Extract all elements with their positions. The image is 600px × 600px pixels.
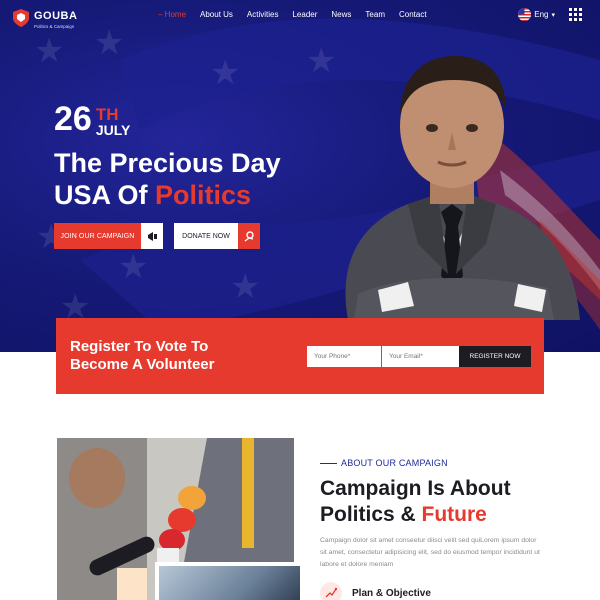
hero-title-line2-prefix: USA Of xyxy=(54,180,155,210)
register-title: Register To Vote To Become A Volunteer xyxy=(70,338,214,374)
top-navigation: GOUBA Politics & Campaign – Home About U… xyxy=(0,0,600,32)
strategy-icon xyxy=(320,582,342,600)
star-icon: ★ xyxy=(118,248,149,286)
date-suffix: TH xyxy=(95,105,119,124)
nav-menu: – Home About Us Activities Leader News T… xyxy=(158,10,427,19)
hero-section: ★ ★ ★ ★ ★ ★ ★ ★ GOUBA Politics & Campaig… xyxy=(0,0,600,352)
about-heading-line2-prefix: Politics & xyxy=(320,503,422,526)
plan-objective-feature: Plan & Objective xyxy=(320,582,431,600)
star-icon: ★ xyxy=(230,268,261,306)
nav-item-contact[interactable]: Contact xyxy=(399,10,427,19)
about-heading-line1: Campaign Is About xyxy=(320,477,511,500)
register-title-line1: Register To Vote To xyxy=(70,338,209,355)
date-month: JULY xyxy=(95,122,131,138)
nav-right: Eng ▾ xyxy=(518,8,582,21)
us-flag-icon xyxy=(518,8,532,21)
register-volunteer-bar: Register To Vote To Become A Volunteer R… xyxy=(56,318,544,394)
inset-photo xyxy=(159,566,300,600)
brand-logo[interactable]: GOUBA Politics & Campaign xyxy=(13,6,77,30)
about-eyebrow: ABOUT OUR CAMPAIGN xyxy=(320,458,448,468)
brand-tagline: Politics & Campaign xyxy=(34,24,75,29)
donate-now-label: DONATE NOW xyxy=(174,223,238,249)
nav-item-activities[interactable]: Activities xyxy=(247,10,279,19)
hero-title: The Precious Day USA Of Politics xyxy=(54,147,281,211)
email-input[interactable] xyxy=(382,346,459,367)
chevron-down-icon: ▾ xyxy=(551,11,555,19)
donate-now-button[interactable]: DONATE NOW xyxy=(174,223,260,249)
language-selector[interactable]: Eng ▾ xyxy=(518,8,555,21)
join-campaign-button[interactable]: JOIN OUR CAMPAIGN xyxy=(54,223,163,249)
hero-title-line1: The Precious Day xyxy=(54,148,281,178)
register-now-button[interactable]: REGISTER NOW xyxy=(459,346,531,367)
about-eyebrow-text: ABOUT OUR CAMPAIGN xyxy=(341,458,448,468)
language-label: Eng xyxy=(534,10,549,19)
join-campaign-label: JOIN OUR CAMPAIGN xyxy=(54,223,141,249)
about-heading-accent: Future xyxy=(421,503,487,526)
star-icon: ★ xyxy=(34,32,65,70)
hero-title-accent: Politics xyxy=(155,180,252,210)
inset-photo-frame xyxy=(155,562,300,600)
about-heading: Campaign Is About Politics & Future xyxy=(320,476,511,528)
candidate-portrait xyxy=(345,56,580,320)
date-day: 26 xyxy=(54,100,92,138)
nav-item-news[interactable]: News xyxy=(331,10,351,19)
about-body-text: Campaign dolor sit amet conseetur diisci… xyxy=(320,537,540,568)
brand-name: GOUBA xyxy=(34,10,78,22)
nav-item-team[interactable]: Team xyxy=(365,10,385,19)
nav-item-leader[interactable]: Leader xyxy=(292,10,317,19)
apps-grid-icon[interactable] xyxy=(569,8,582,21)
phone-input[interactable] xyxy=(307,346,381,367)
star-icon: ★ xyxy=(210,54,241,92)
plan-objective-title: Plan & Objective xyxy=(352,587,431,599)
nav-item-about-us[interactable]: About Us xyxy=(200,10,233,19)
donate-hand-icon xyxy=(238,223,260,249)
eyebrow-line xyxy=(320,462,337,464)
event-date: 26 TH JULY xyxy=(54,102,130,138)
nav-item-home[interactable]: – Home xyxy=(158,10,186,19)
shield-icon xyxy=(13,9,29,27)
register-title-line2: Become A Volunteer xyxy=(70,356,215,373)
megaphone-icon xyxy=(141,223,163,249)
